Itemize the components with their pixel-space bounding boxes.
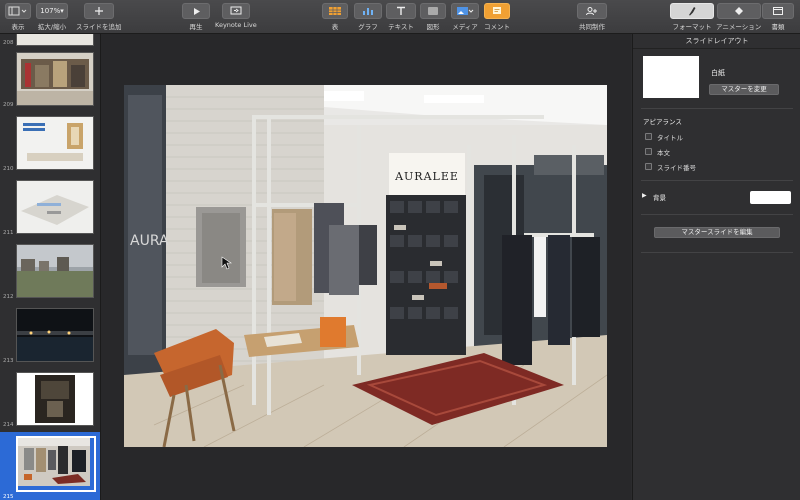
chart-button[interactable]: グラフ xyxy=(354,3,382,31)
slide-thumbnail-row[interactable]: 208 xyxy=(0,34,100,46)
slide-thumbnail-row[interactable]: 214 xyxy=(0,370,100,428)
format-label: フォーマット xyxy=(672,23,712,31)
slide-thumbnail[interactable] xyxy=(16,116,94,170)
slide-thumbnail-row[interactable]: 211 xyxy=(0,178,100,236)
table-label: 表 xyxy=(331,23,339,31)
comment-label: コメント xyxy=(484,23,510,31)
toolbar: 表示 107% ▾ 拡大/縮小 スライドを追加 再生 Keynote Live … xyxy=(0,0,800,34)
document-label: 書類 xyxy=(771,23,785,31)
comment-button[interactable]: コメント xyxy=(484,3,510,31)
keynote-live-button[interactable]: Keynote Live xyxy=(215,3,257,29)
view-label: 表示 xyxy=(11,23,25,31)
slide-thumbnail[interactable] xyxy=(16,180,94,234)
keynote-live-icon xyxy=(221,3,250,19)
text-button[interactable]: テキスト xyxy=(386,3,416,31)
slide-number: 208 xyxy=(3,40,14,46)
shape-icon xyxy=(420,3,446,19)
slide-thumbnail-row-selected[interactable]: 215 xyxy=(0,432,100,500)
slide-thumbnail[interactable] xyxy=(16,34,94,46)
divider xyxy=(641,252,793,253)
animate-label: アニメーション xyxy=(716,23,762,31)
animate-icon xyxy=(716,3,761,19)
brand-sign: AURALEE xyxy=(394,170,459,183)
animate-tab[interactable]: アニメーション xyxy=(716,3,761,31)
chart-label: グラフ xyxy=(358,23,378,31)
divider xyxy=(641,180,793,181)
zoom-label: 拡大/縮小 xyxy=(37,23,67,31)
zoom-menu[interactable]: 107% ▾ 拡大/縮小 xyxy=(36,3,68,31)
divider xyxy=(641,214,793,215)
disclosure-triangle-icon[interactable]: ▶ xyxy=(642,192,647,199)
media-label: メディア xyxy=(452,23,478,31)
format-inspector: スライドレイアウト 白紙 マスターを変更 アピアランス タイトル 本文 スライド… xyxy=(632,34,800,500)
comment-icon xyxy=(484,3,510,19)
current-slide[interactable]: AURA AURALEE xyxy=(124,85,607,447)
view-icon xyxy=(5,3,31,19)
play-label: 再生 xyxy=(189,23,203,31)
slide-number-checkbox-label: スライド番号 xyxy=(657,164,696,172)
slide-number: 209 xyxy=(3,102,14,108)
document-tab[interactable]: 書類 xyxy=(762,3,794,31)
zoom-value: 107% xyxy=(40,7,61,15)
text-label: テキスト xyxy=(388,23,414,31)
keynote-live-label: Keynote Live xyxy=(215,21,257,29)
media-icon xyxy=(451,3,479,19)
change-master-button[interactable]: マスターを変更 xyxy=(709,84,779,95)
chart-icon xyxy=(354,3,382,19)
panel-title: スライドレイアウト xyxy=(633,34,800,49)
slide-thumbnail[interactable] xyxy=(16,372,94,426)
brush-icon xyxy=(670,3,714,19)
format-tab[interactable]: フォーマット xyxy=(670,3,714,31)
slide-number: 213 xyxy=(3,358,14,364)
edit-master-slide-button[interactable]: マスタースライドを編集 xyxy=(654,227,780,238)
zoom-select[interactable]: 107% ▾ xyxy=(36,3,68,19)
background-label: 背景 xyxy=(653,194,666,202)
collaborate-icon xyxy=(577,3,607,19)
slide-number: 215 xyxy=(3,494,14,500)
slide-thumbnail[interactable] xyxy=(16,436,96,492)
slide-thumbnail-row[interactable]: 213 xyxy=(0,306,100,364)
body-checkbox[interactable] xyxy=(645,148,652,155)
slide-thumbnail[interactable] xyxy=(16,52,94,106)
slide-number: 210 xyxy=(3,166,14,172)
divider xyxy=(641,108,793,109)
slide-thumbnail-row[interactable]: 209 xyxy=(0,50,100,108)
table-button[interactable]: 表 xyxy=(322,3,348,31)
slide-canvas[interactable]: AURA AURALEE xyxy=(101,34,631,500)
add-slide-label: スライドを追加 xyxy=(76,23,122,31)
slide-navigator[interactable]: 208 209 210 211 212 213 214 215 xyxy=(0,34,101,500)
text-icon xyxy=(386,3,416,19)
slide-thumbnail-row[interactable]: 212 xyxy=(0,242,100,300)
slide-number: 214 xyxy=(3,422,14,428)
collaborate-label: 共同制作 xyxy=(579,23,605,31)
collaborate-button[interactable]: 共同制作 xyxy=(577,3,607,31)
plus-icon xyxy=(83,3,114,19)
shape-label: 図形 xyxy=(426,23,440,31)
chevron-down-icon: ▾ xyxy=(60,7,64,15)
appearance-heading: アピアランス xyxy=(643,118,682,126)
title-checkbox-label: タイトル xyxy=(657,134,683,142)
layout-thumbnail xyxy=(643,56,699,98)
title-checkbox[interactable] xyxy=(645,133,652,140)
view-menu[interactable]: 表示 xyxy=(5,3,31,31)
slide-thumbnail[interactable] xyxy=(16,308,94,362)
slide-number-checkbox[interactable] xyxy=(645,163,652,170)
window-lettering: AURA xyxy=(130,233,169,249)
play-button[interactable]: 再生 xyxy=(182,3,210,31)
store-photo[interactable]: AURA AURALEE xyxy=(124,85,607,447)
body-checkbox-label: 本文 xyxy=(657,149,670,157)
table-icon xyxy=(322,3,348,19)
slide-number: 211 xyxy=(3,230,14,236)
document-icon xyxy=(762,3,794,19)
media-button[interactable]: メディア xyxy=(451,3,479,31)
slide-number: 212 xyxy=(3,294,14,300)
shape-button[interactable]: 図形 xyxy=(420,3,446,31)
slide-thumbnail[interactable] xyxy=(16,244,94,298)
background-color-well[interactable] xyxy=(750,191,791,204)
add-slide-button[interactable]: スライドを追加 xyxy=(76,3,122,31)
play-icon xyxy=(182,3,210,19)
layout-name: 白紙 xyxy=(711,69,725,77)
slide-thumbnail-row[interactable]: 210 xyxy=(0,114,100,172)
